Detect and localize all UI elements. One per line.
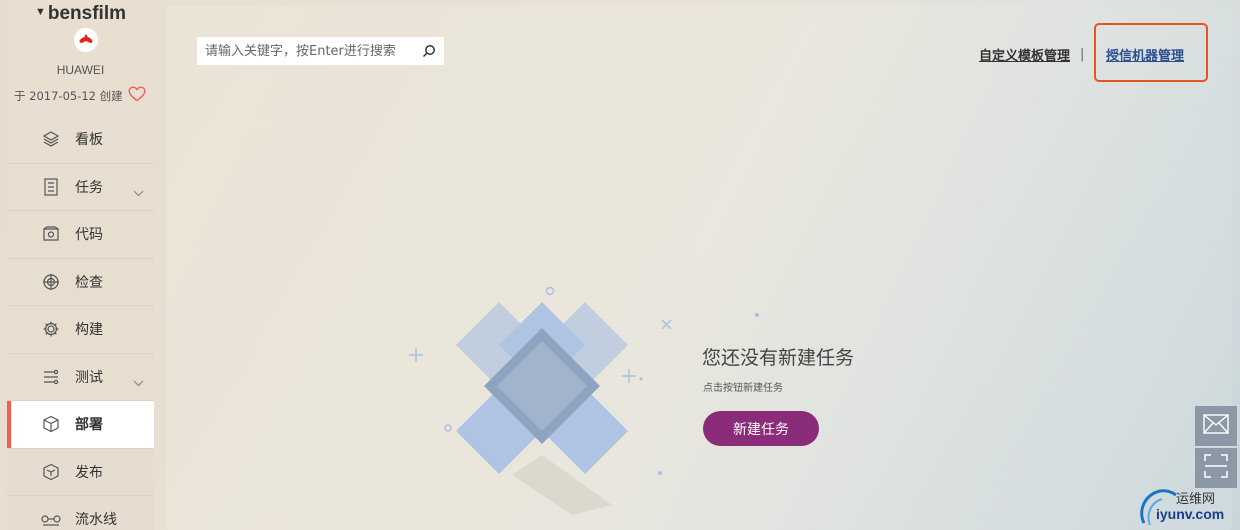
link-separator: | [1080, 47, 1085, 62]
test-icon [41, 367, 61, 387]
sidebar-item-test[interactable]: 测试 [7, 354, 154, 401]
sidebar-item-release[interactable]: 发布 [7, 449, 154, 496]
search-box [197, 37, 444, 65]
sidebar-menu: 看板 任务 代码 检查 构建 测试 部署 发布 流水线 [7, 116, 154, 530]
sidebar-item-label: 发布 [75, 464, 103, 481]
trusted-machines-link[interactable]: 授信机器管理 [1106, 45, 1184, 64]
sidebar-item-code[interactable]: 代码 [7, 211, 154, 259]
top-links: 自定义模板管理 | [979, 45, 1094, 64]
sidebar-item-label: 任务 [75, 179, 103, 196]
sidebar-item-pipeline[interactable]: 流水线 [7, 496, 154, 530]
sidebar-item-label: 代码 [75, 227, 103, 244]
inspect-icon [41, 272, 61, 292]
sidebar-item-label: 部署 [75, 417, 103, 434]
project-name[interactable]: ▼ bensfilm [7, 3, 154, 25]
sidebar-item-deploy[interactable]: 部署 [7, 401, 154, 449]
empty-box-illustration [409, 286, 672, 515]
caret-down-icon: ▼ [34, 6, 46, 18]
scan-qr-icon [1204, 454, 1228, 482]
sidebar-item-label: 测试 [75, 369, 103, 386]
watermark-text-cn: 运维网 [1176, 492, 1216, 507]
build-gear-icon [41, 319, 61, 339]
deploy-box-icon [41, 414, 61, 434]
sidebar: ▼bensfilm HUAWEI 于 2017-05-12 创建 看板 任务 [7, 0, 154, 530]
chevron-down-icon [133, 372, 144, 391]
custom-template-link[interactable]: 自定义模板管理 [979, 45, 1070, 64]
watermark: 运维网 iyunv.com [1136, 485, 1240, 530]
main-panel: 自定义模板管理 | 授信机器管理 您还没有新建任务 点击按钮新建任务 新建任务 [166, 5, 1232, 530]
sidebar-item-label: 构建 [75, 322, 103, 339]
created-date: 于 2017-05-12 创建 [14, 89, 123, 103]
layers-icon [41, 129, 61, 149]
new-task-button[interactable]: 新建任务 [703, 411, 819, 446]
search-input[interactable] [205, 43, 418, 59]
scan-button[interactable] [1195, 448, 1237, 488]
task-list-icon [41, 177, 61, 197]
mail-icon [1203, 414, 1229, 438]
sparkle-dot-icon [755, 313, 759, 317]
empty-state-title: 您还没有新建任务 [702, 347, 855, 369]
sidebar-item-tasks[interactable]: 任务 [7, 164, 154, 211]
message-button[interactable] [1195, 406, 1237, 446]
watermark-text-url: iyunv.com [1156, 506, 1225, 522]
org-name: HUAWEI [56, 63, 105, 77]
sidebar-item-label: 看板 [75, 132, 103, 149]
chevron-down-icon [133, 182, 144, 201]
sidebar-item-inspect[interactable]: 检查 [7, 259, 154, 306]
sidebar-item-label: 流水线 [75, 512, 117, 529]
release-icon [41, 462, 61, 482]
search-icon[interactable] [418, 40, 440, 62]
sidebar-item-label: 检查 [75, 274, 103, 291]
code-repo-icon [41, 224, 61, 244]
sidebar-item-kanban[interactable]: 看板 [7, 116, 154, 164]
highlight-box: 授信机器管理 [1094, 23, 1208, 82]
empty-state-subtitle: 点击按钮新建任务 [703, 383, 783, 394]
pipeline-icon [41, 509, 61, 529]
huawei-logo-icon [74, 28, 98, 52]
heart-icon[interactable] [128, 86, 146, 106]
sidebar-item-build[interactable]: 构建 [7, 306, 154, 354]
